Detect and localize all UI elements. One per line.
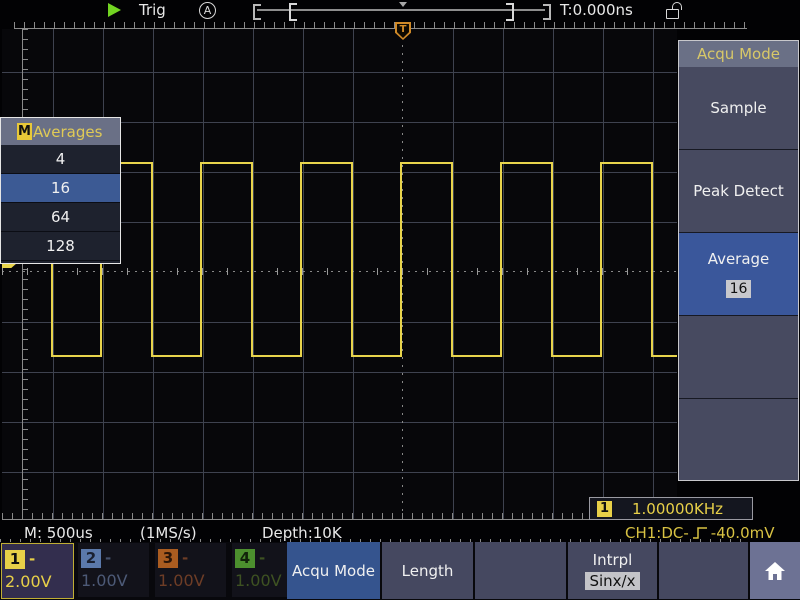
averages-option-16[interactable]: 16 xyxy=(1,174,120,203)
frequency-value: 1.00000KHz xyxy=(632,500,723,518)
intrpl-value: Sinx/x xyxy=(585,572,639,590)
softkey-intrpl[interactable]: Intrpl Sinx/x xyxy=(568,542,657,599)
oscilloscope-screen: Trig A T:0.000ns T M Averages 4 16 64 xyxy=(0,0,800,600)
freq-channel-badge: 1 xyxy=(597,501,612,517)
softkey-empty-1 xyxy=(475,542,566,599)
averages-popup-header: M Averages xyxy=(1,118,120,145)
channel3-indicator[interactable]: 3 - 1.00V xyxy=(155,543,226,597)
menu-item-empty-2 xyxy=(679,399,798,482)
bottom-bar: 1 - 2.00V 2 - 1.00V 3 - 1.00V 4 - 1.00V … xyxy=(0,542,800,600)
rising-edge-icon xyxy=(692,526,708,540)
channel2-indicator[interactable]: 2 - 1.00V xyxy=(78,543,149,597)
averages-option-4[interactable]: 4 xyxy=(1,145,120,174)
average-count-value: 16 xyxy=(726,280,752,298)
home-icon xyxy=(763,560,787,582)
sample-rate-readout: (1MS/s) xyxy=(140,524,197,542)
averages-option-128[interactable]: 128 xyxy=(1,232,120,261)
softkey-empty-2 xyxy=(659,542,748,599)
home-button[interactable] xyxy=(750,542,800,599)
channel1-indicator[interactable]: 1 - 2.00V xyxy=(1,543,74,599)
menu-item-peak-detect[interactable]: Peak Detect xyxy=(679,150,798,233)
menu-item-empty-1 xyxy=(679,316,798,399)
averages-option-64[interactable]: 64 xyxy=(1,203,120,232)
acqu-mode-menu: Acqu Mode Sample Peak Detect Average 16 xyxy=(678,40,799,481)
m-knob-badge: M xyxy=(17,123,32,140)
trigger-settings-readout: CH1:DC- -40.0mV xyxy=(625,524,774,542)
softkey-length[interactable]: Length xyxy=(382,542,473,599)
menu-item-sample[interactable]: Sample xyxy=(679,67,798,150)
timebase-readout: M: 500us xyxy=(24,524,93,542)
acqu-mode-menu-title: Acqu Mode xyxy=(679,41,798,67)
depth-readout: Depth:10K xyxy=(262,524,342,542)
averages-popup: M Averages 4 16 64 128 xyxy=(0,117,121,264)
trigger-flag-label: T xyxy=(397,24,409,38)
softkey-acqu-mode[interactable]: Acqu Mode xyxy=(287,542,380,599)
averages-popup-title: Averages xyxy=(33,123,102,141)
menu-item-average[interactable]: Average 16 xyxy=(679,233,798,316)
frequency-meter: 1 1.00000KHz xyxy=(589,497,753,520)
